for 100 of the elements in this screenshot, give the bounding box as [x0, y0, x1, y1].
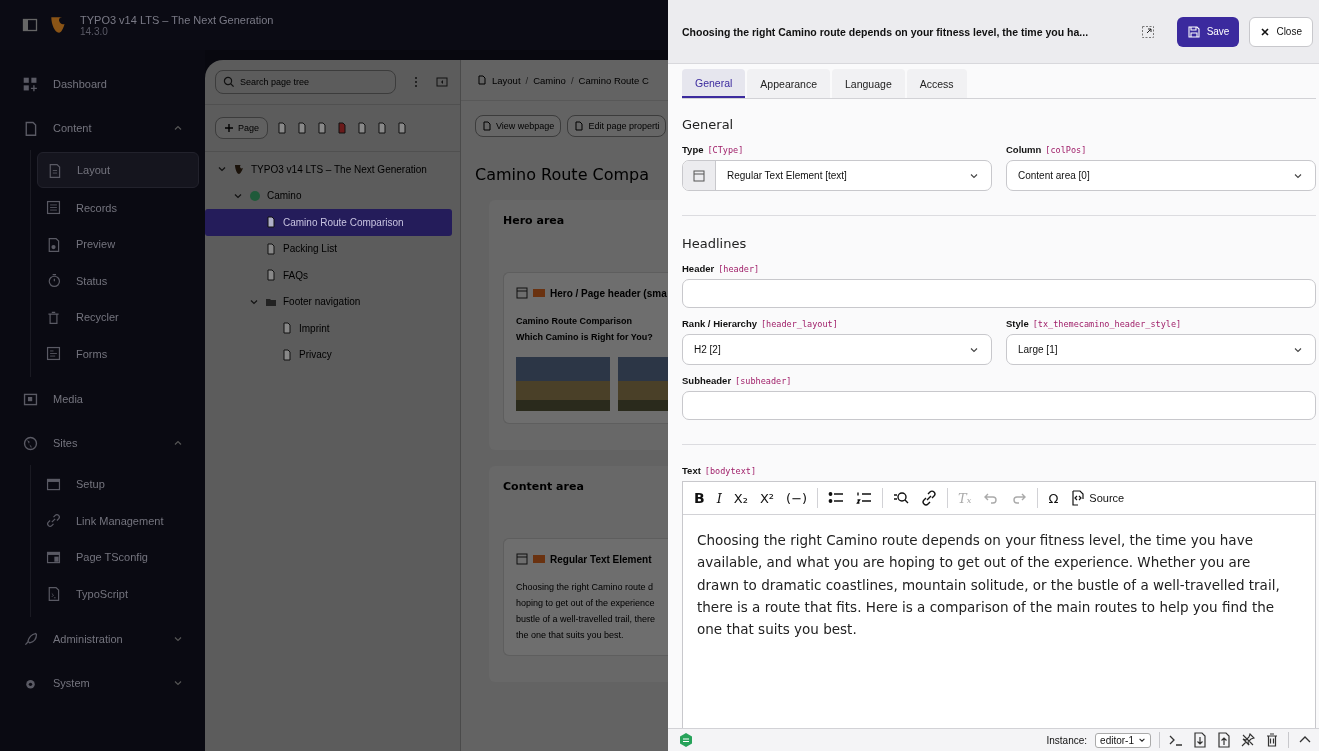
subscript-button[interactable]: X₂ — [728, 486, 753, 510]
pin-icon[interactable] — [1240, 732, 1256, 748]
menu-group[interactable]: Dashboard — [0, 62, 205, 106]
page-type-icon[interactable] — [376, 122, 389, 134]
page-type-icon[interactable] — [336, 122, 349, 134]
hexagon-icon[interactable] — [678, 732, 694, 748]
tree-node[interactable]: FAQs — [205, 262, 460, 289]
instance-select[interactable]: editor-1 — [1095, 732, 1151, 748]
plus-icon — [224, 123, 234, 133]
toolbar-button[interactable]: View webpage — [475, 115, 562, 137]
tree-node[interactable]: Privacy — [205, 341, 460, 368]
search-icon — [893, 490, 910, 506]
close-icon — [1260, 26, 1271, 37]
maximize-icon[interactable] — [1140, 24, 1155, 39]
version-label: 14.3.0 — [80, 25, 109, 37]
tree-node[interactable]: Camino Route Comparison — [205, 209, 452, 236]
menu-item[interactable]: Page TSconfig — [37, 540, 199, 574]
code-icon — [1070, 490, 1087, 506]
tree-node[interactable]: Imprint — [205, 315, 460, 342]
search-field[interactable]: Search page tree — [215, 70, 396, 94]
menu-group[interactable]: System — [0, 661, 205, 705]
tree-node[interactable]: Footer navigation — [205, 288, 460, 315]
chevron-icon — [173, 634, 183, 644]
field-label: Column — [1006, 144, 1042, 155]
menu-item[interactable]: Status — [37, 263, 199, 298]
input-field[interactable] — [682, 391, 1316, 420]
list-icon — [856, 490, 873, 506]
new-page-button[interactable]: Page — [215, 117, 269, 139]
element-text: Which Camino is Right for You? — [516, 331, 654, 344]
breadcrumb-separator: / — [525, 74, 529, 86]
rich-text-editor[interactable]: Choosing the right Camino route depends on your fitness level, the time you have available, and what you are hoping to get out of the experience. Whether you are drawn to dramatic coastlines, mountain solitude, or the bustle of a well-travelled trail, there is a route that fits. Here is a comparison of the main routes to help you find the one that suits you best. — [683, 515, 1315, 728]
superscript-button[interactable]: X² — [754, 486, 780, 510]
field-label: Subheader — [682, 375, 732, 386]
select-field[interactable]: Large [1] — [1006, 334, 1316, 365]
breadcrumb-link[interactable]: Camino — [533, 74, 566, 86]
menu-group[interactable]: Sites — [0, 421, 205, 465]
tab[interactable]: Language — [832, 69, 905, 98]
menu-item[interactable]: Layout — [37, 152, 199, 188]
flag-icon — [533, 553, 545, 565]
menu-item[interactable]: Link Management — [37, 503, 199, 538]
breadcrumb-link[interactable]: Layout — [492, 74, 521, 86]
input-field[interactable] — [682, 279, 1316, 308]
field-name: [subheader] — [735, 376, 792, 386]
page-heading: Camino Route Compa — [475, 165, 651, 184]
menu-item[interactable]: Records — [37, 190, 199, 225]
page-icon — [574, 121, 585, 131]
tree-node[interactable]: Camino — [205, 182, 460, 209]
list-icon — [45, 199, 62, 216]
chevron-icon — [1138, 736, 1146, 744]
page-type-icon[interactable] — [396, 122, 409, 134]
menu-item[interactable]: Preview — [37, 227, 199, 261]
tree-node[interactable]: Packing List — [205, 235, 460, 262]
area-title: Content area — [503, 480, 585, 495]
close-button[interactable]: Close — [1249, 16, 1313, 47]
breadcrumb-separator: / — [570, 74, 574, 86]
trash-icon[interactable] — [1264, 732, 1280, 748]
upload-icon[interactable] — [1216, 732, 1232, 748]
menu-item[interactable]: TypoScript — [37, 576, 199, 611]
page-type-icon[interactable] — [276, 122, 289, 134]
menu-item[interactable]: Setup — [37, 467, 199, 501]
italic-button[interactable]: I — [711, 486, 727, 510]
content-element-card[interactable]: Hero / Page header (sma Camino Route Comparison Which Camino is Right for You? — [503, 272, 668, 424]
tab[interactable]: Access — [906, 69, 967, 98]
page-type-icon[interactable] — [356, 122, 369, 134]
field-name: [tx_themecamino_header_style] — [1032, 319, 1182, 329]
search-icon — [223, 76, 235, 88]
select-field[interactable]: Content area [0] — [1006, 160, 1316, 191]
menu-group[interactable]: Media — [0, 377, 205, 421]
code-button[interactable]: (−) — [781, 486, 813, 510]
page-icon — [265, 216, 277, 229]
menu-item[interactable]: Forms — [37, 336, 199, 371]
menu-group[interactable]: Administration — [0, 617, 205, 661]
select-field[interactable]: Regular Text Element [text] — [682, 160, 992, 191]
page-icon — [265, 242, 277, 255]
link-icon — [45, 512, 62, 529]
breadcrumb-link[interactable]: Camino Route C — [578, 74, 649, 86]
field-label: Header — [682, 263, 715, 274]
element-icon — [516, 287, 528, 299]
menu-item[interactable]: Recycler — [37, 300, 199, 334]
special-character-button[interactable]: Ω — [1043, 486, 1064, 510]
save-button[interactable]: Save — [1176, 16, 1240, 47]
bold-button[interactable]: B — [689, 486, 710, 510]
tab[interactable]: Appearance — [747, 69, 830, 98]
source-button[interactable]: Source — [1065, 486, 1130, 510]
field-label: Type — [682, 144, 704, 155]
page-type-icon[interactable] — [316, 122, 329, 134]
download-icon[interactable] — [1192, 732, 1208, 748]
toolbar-button[interactable]: Edit page properti — [567, 115, 667, 137]
sidebar-toggle-icon[interactable] — [22, 17, 38, 33]
select-field[interactable]: H2 [2] — [682, 334, 992, 365]
collapse-panel-icon[interactable] — [436, 76, 448, 88]
menu-group[interactable]: Content — [0, 106, 205, 150]
page-icon — [482, 121, 492, 131]
tab[interactable]: General — [682, 69, 746, 98]
page-type-icon[interactable] — [296, 122, 309, 134]
content-element-card[interactable]: Regular Text Element Choosing the right Camino route d hoping to get out of the experience bustle of a well-travelled trail, there the one that suits you best. — [503, 538, 668, 656]
tree-node[interactable]: TYPO3 v14 LTS – The Next Generation — [205, 156, 460, 183]
site-title: TYPO3 v14 LTS – The Next Generation — [80, 13, 274, 26]
chevron-icon — [173, 123, 183, 133]
page-icon — [477, 75, 487, 85]
